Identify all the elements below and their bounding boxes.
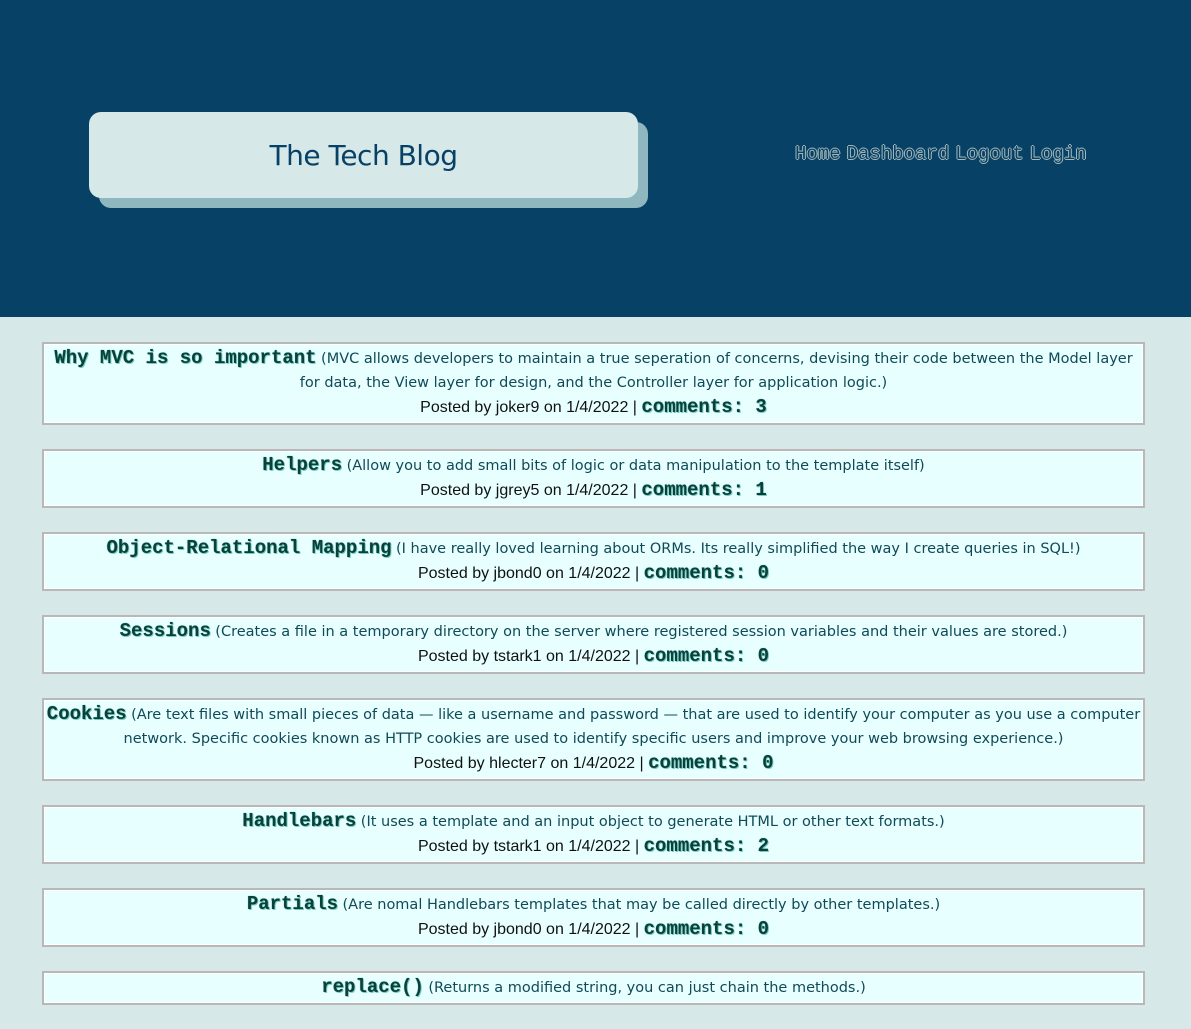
post-summary: (Are nomal Handlebars templates that may… [342, 897, 941, 913]
post-card: Why MVC is so important (MVC allows deve… [42, 342, 1145, 425]
post-title-link[interactable]: Object-Relational Mapping [106, 537, 391, 559]
post-author: jbond0 [493, 565, 542, 582]
post-title-link[interactable]: Handlebars [242, 810, 356, 832]
site-title-box: The Tech Blog [89, 112, 638, 198]
nav-logout-link[interactable]: Logout [955, 143, 1023, 165]
meta-separator: | [632, 482, 637, 499]
post-date: 1/4/2022 [568, 838, 631, 855]
on-label: on [546, 648, 564, 665]
comments-link[interactable]: comments: 0 [644, 562, 769, 584]
meta-separator: | [635, 648, 640, 665]
post-summary: (Allow you to add small bits of logic or… [346, 458, 925, 474]
post-date: 1/4/2022 [572, 755, 636, 772]
post-list: Why MVC is so important (MVC allows deve… [42, 342, 1145, 1029]
meta-separator: | [635, 565, 640, 582]
post-card: Cookies (Are text files with small piece… [42, 698, 1145, 781]
post-summary: (I have really loved learning about ORMs… [395, 541, 1081, 557]
post-author: jbond0 [493, 921, 542, 938]
post-meta: Posted by tstark1 on 1/4/2022 | comments… [44, 644, 1143, 669]
post-meta: Posted by jbond0 on 1/4/2022 | comments:… [44, 561, 1143, 586]
post-title-link[interactable]: Cookies [47, 703, 127, 725]
post-summary: (Returns a modified string, you can just… [428, 980, 866, 996]
post-date: 1/4/2022 [568, 921, 631, 938]
posted-by-label: Posted by [417, 648, 490, 665]
post-card: Partials (Are nomal Handlebars templates… [42, 888, 1145, 947]
nav-home-link[interactable]: Home [795, 143, 841, 165]
on-label: on [546, 838, 564, 855]
comments-link[interactable]: comments: 0 [648, 752, 773, 774]
post-meta: Posted by tstark1 on 1/4/2022 | comments… [44, 834, 1143, 859]
meta-separator: | [635, 921, 640, 938]
on-label: on [546, 565, 564, 582]
on-label: on [543, 482, 562, 499]
post-title-link[interactable]: Helpers [262, 454, 342, 476]
post-title-link[interactable]: Partials [247, 893, 338, 915]
on-label: on [550, 755, 569, 772]
post-card: Object-Relational Mapping (I have really… [42, 532, 1145, 591]
main-nav: Home Dashboard Logout Login [795, 143, 1087, 165]
post-summary: (MVC allows developers to maintain a tru… [299, 351, 1133, 391]
post-date: 1/4/2022 [566, 482, 629, 499]
meta-separator: | [635, 838, 640, 855]
post-title-link[interactable]: Why MVC is so important [54, 347, 316, 369]
post-title-link[interactable]: Sessions [120, 620, 211, 642]
comments-link[interactable]: comments: 3 [641, 396, 766, 418]
post-author: jgrey5 [495, 482, 540, 499]
comments-link[interactable]: comments: 1 [641, 479, 766, 501]
post-date: 1/4/2022 [568, 648, 631, 665]
meta-separator: | [639, 755, 644, 772]
site-header: The Tech Blog Home Dashboard Logout Logi… [0, 0, 1191, 317]
posted-by-label: Posted by [417, 565, 490, 582]
post-summary: (Are text files with small pieces of dat… [123, 707, 1141, 747]
post-date: 1/4/2022 [566, 399, 629, 416]
nav-login-link[interactable]: Login [1030, 143, 1087, 165]
post-card: Helpers (Allow you to add small bits of … [42, 449, 1145, 508]
post-card: Handlebars (It uses a template and an in… [42, 805, 1145, 864]
on-label: on [546, 921, 564, 938]
post-meta: Posted by jgrey5 on 1/4/2022 | comments:… [44, 478, 1143, 503]
posted-by-label: Posted by [420, 399, 492, 416]
post-summary: (Creates a file in a temporary directory… [215, 624, 1068, 640]
post-meta: Posted by joker9 on 1/4/2022 | comments:… [44, 395, 1143, 420]
posted-by-label: Posted by [417, 921, 490, 938]
comments-link[interactable]: comments: 0 [644, 918, 769, 940]
post-card: Sessions (Creates a file in a temporary … [42, 615, 1145, 674]
nav-dashboard-link[interactable]: Dashboard [847, 143, 950, 165]
site-title-card: The Tech Blog [89, 112, 648, 208]
post-date: 1/4/2022 [568, 565, 631, 582]
post-author: tstark1 [493, 838, 542, 855]
post-meta: Posted by jbond0 on 1/4/2022 | comments:… [44, 917, 1143, 942]
post-card: replace() (Returns a modified string, yo… [42, 971, 1145, 1005]
post-summary: (It uses a template and an input object … [360, 814, 945, 830]
post-author: joker9 [495, 399, 540, 416]
site-title-link[interactable]: The Tech Blog [270, 139, 458, 172]
meta-separator: | [632, 399, 637, 416]
post-author: tstark1 [493, 648, 542, 665]
comments-link[interactable]: comments: 0 [644, 645, 769, 667]
post-author: hlecter7 [489, 755, 547, 772]
comments-link[interactable]: comments: 2 [644, 835, 769, 857]
post-meta: Posted by hlecter7 on 1/4/2022 | comment… [44, 751, 1143, 776]
on-label: on [543, 399, 562, 416]
post-title-link[interactable]: replace() [321, 976, 424, 998]
posted-by-label: Posted by [420, 482, 492, 499]
posted-by-label: Posted by [413, 755, 485, 772]
posted-by-label: Posted by [417, 838, 490, 855]
